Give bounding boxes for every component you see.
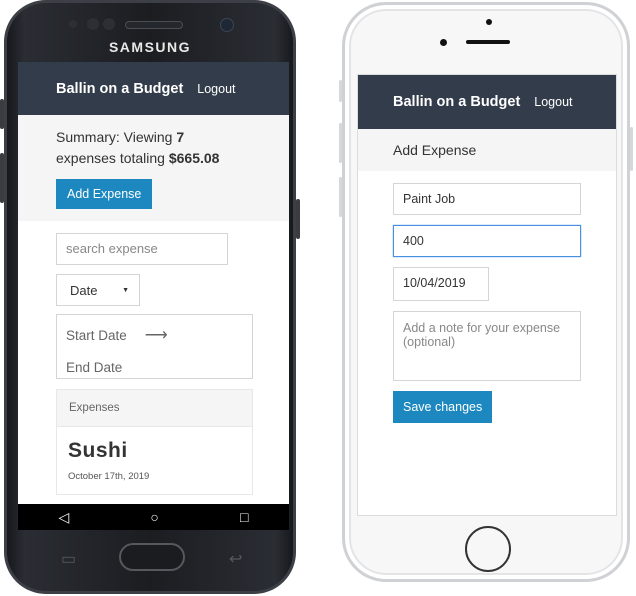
front-camera [486, 19, 492, 25]
expense-total: $665.08 [168, 150, 220, 166]
app-header: Ballin on a Budget Logout [18, 62, 289, 115]
android-nav-bar: ◁ ○ □ [18, 504, 289, 530]
start-date-input[interactable]: Start Date [66, 328, 127, 343]
mute-switch [339, 80, 342, 102]
app-title[interactable]: Ballin on a Budget [56, 81, 183, 97]
date-input[interactable]: 10/04/2019 [393, 267, 489, 301]
front-camera [220, 18, 234, 32]
logout-link[interactable]: Logout [534, 95, 572, 109]
summary-panel: Summary: Viewing 7 expenses totaling $66… [18, 115, 289, 221]
end-date-input[interactable]: End Date [66, 360, 122, 375]
save-changes-button[interactable]: Save changes [393, 391, 493, 423]
summary-prefix: Summary: Viewing [56, 129, 173, 145]
expense-count: 7 [176, 129, 185, 145]
app-header: Ballin on a Budget Logout [358, 75, 616, 129]
back-hardware-icon: ↩ [229, 551, 243, 568]
samsung-phone-frame: SAMSUNG Ballin on a Budget Logout Summar… [0, 0, 300, 594]
search-input[interactable]: search expense [56, 233, 228, 265]
iris-sensor [87, 18, 99, 30]
ios-screen: Ballin on a Budget Logout Add Expense Pa… [357, 74, 617, 516]
volume-button [0, 99, 4, 129]
recents-hardware-icon: ▭ [61, 551, 77, 568]
hardware-home-button[interactable] [119, 543, 185, 571]
back-icon[interactable]: ◁ [59, 509, 70, 526]
app-title[interactable]: Ballin on a Budget [393, 94, 520, 110]
sort-select[interactable]: Date ▼ [56, 274, 140, 306]
summary-text: Summary: Viewing 7 expenses totaling $66… [56, 127, 251, 169]
description-input[interactable]: Paint Job [393, 183, 581, 215]
list-item[interactable]: Sushi October 17th, 2019 [56, 427, 253, 495]
power-button [296, 199, 300, 239]
volume-down-button [339, 177, 342, 217]
page-title: Add Expense [358, 129, 616, 171]
recents-icon[interactable]: □ [240, 509, 248, 525]
home-button[interactable] [465, 526, 511, 572]
proximity-sensor [440, 39, 447, 46]
expense-name: Sushi [68, 439, 128, 462]
expense-date: October 17th, 2019 [68, 471, 150, 482]
bixby-button [0, 153, 4, 203]
expenses-list-header: Expenses [56, 389, 253, 427]
power-button [630, 127, 633, 171]
add-expense-button[interactable]: Add Expense [56, 179, 153, 209]
android-screen: Ballin on a Budget Logout Summary: Viewi… [18, 62, 289, 504]
home-icon[interactable]: ○ [150, 509, 158, 525]
earpiece-speaker [125, 21, 183, 29]
earpiece-speaker [466, 40, 510, 44]
arrow-right-icon: ⟶ [144, 327, 168, 344]
caret-down-icon: ▼ [122, 286, 129, 294]
date-range-picker[interactable]: Start Date ⟶ End Date [56, 314, 253, 379]
iris-sensor [103, 18, 115, 30]
filters-section: search expense Date ▼ Start Date ⟶ End D… [18, 221, 289, 495]
note-textarea[interactable]: Add a note for your expense (optional) [393, 311, 581, 381]
proximity-sensor [69, 20, 77, 28]
sort-select-value: Date [70, 282, 98, 298]
amount-input[interactable]: 400 [393, 225, 581, 257]
expense-form: Paint Job 400 10/04/2019 Add a note for … [358, 171, 616, 423]
brand-logo: SAMSUNG [108, 39, 192, 55]
iphone-frame: Ballin on a Budget Logout Add Expense Pa… [339, 2, 633, 582]
summary-middle: expenses totaling [56, 150, 165, 166]
volume-up-button [339, 123, 342, 163]
logout-link[interactable]: Logout [197, 82, 235, 96]
